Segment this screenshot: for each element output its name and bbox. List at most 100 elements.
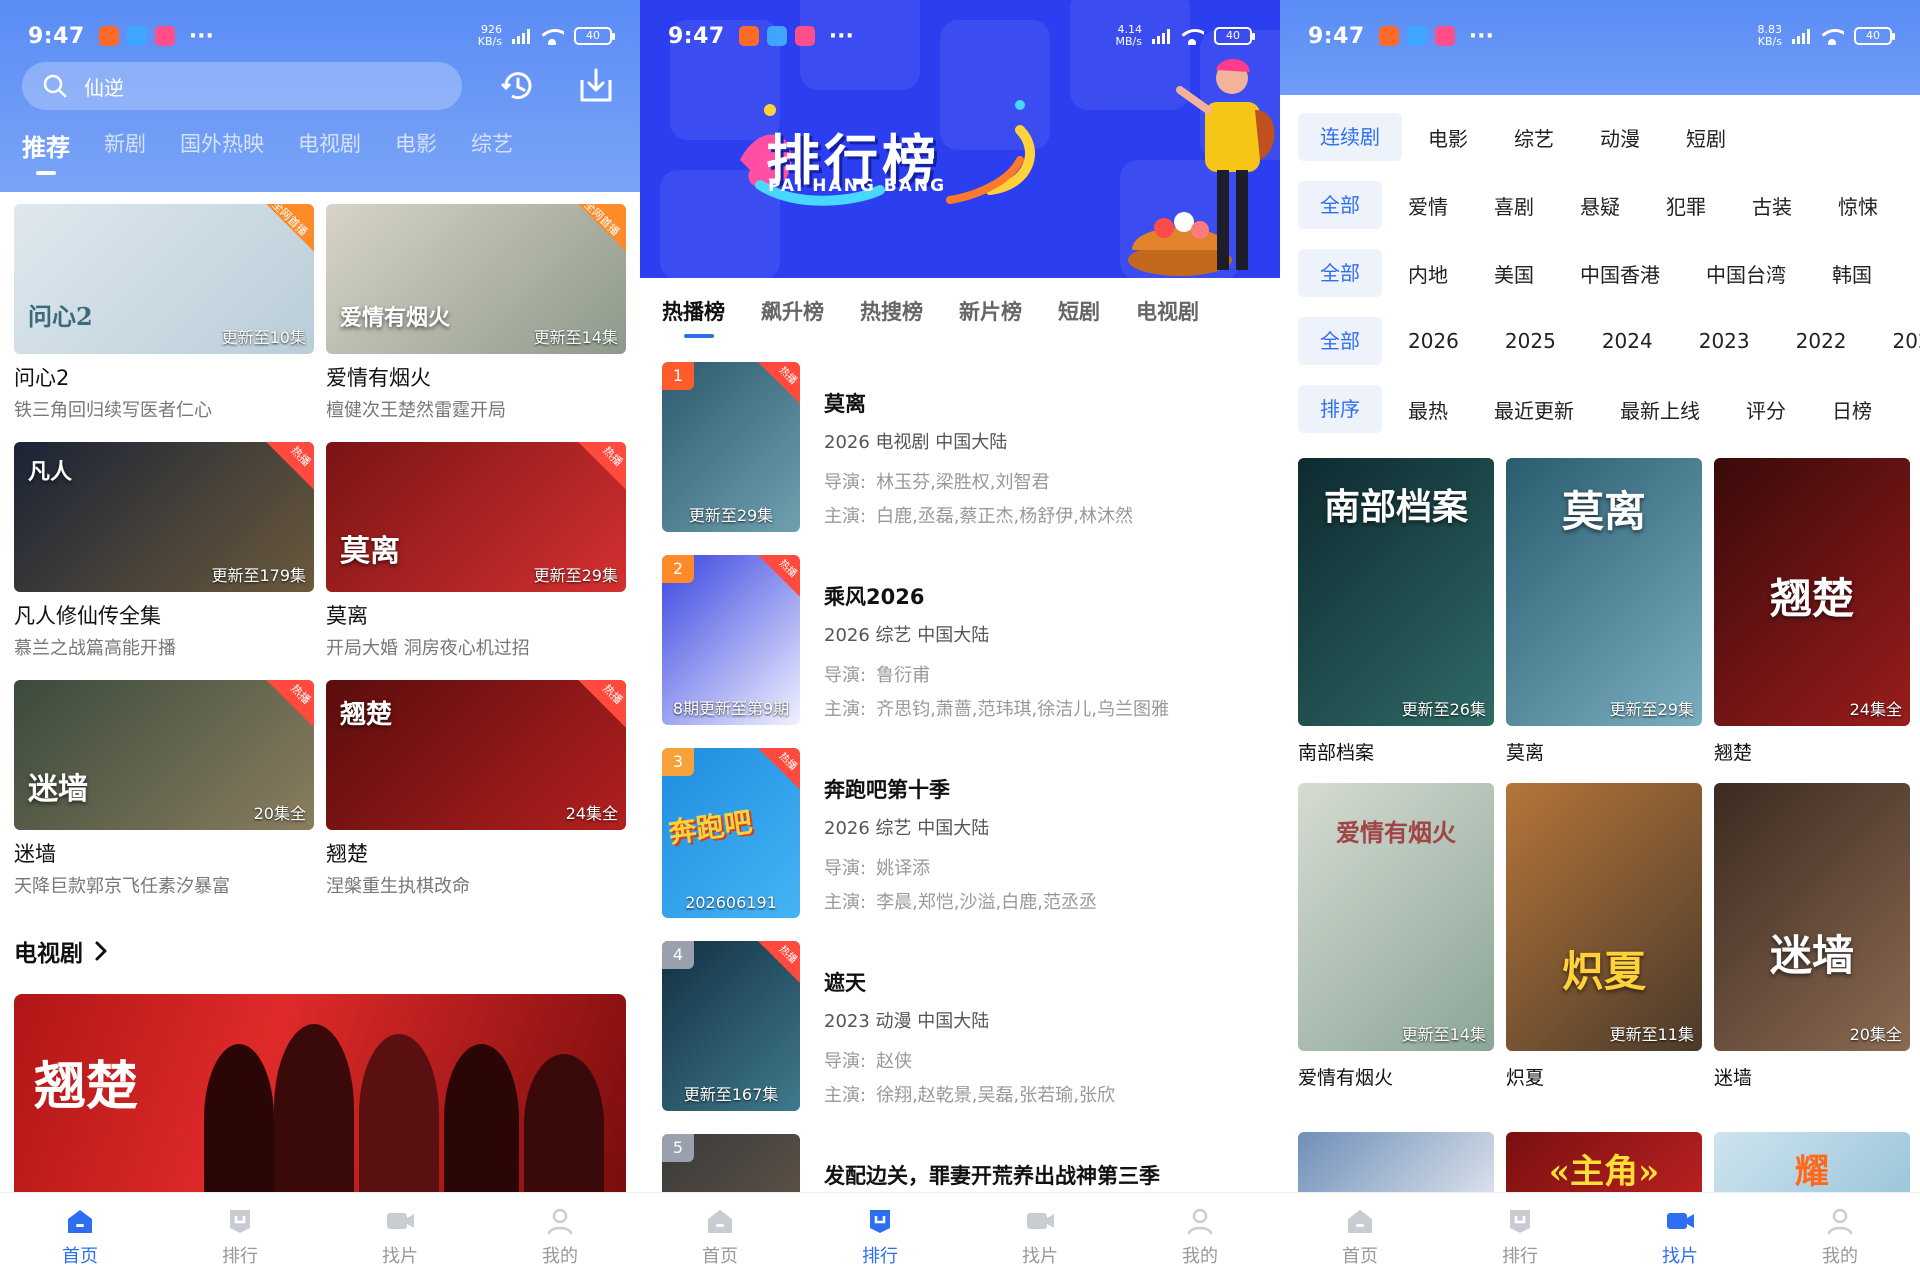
result-card[interactable]: 爱情有烟火 更新至14集 爱情有烟火 — [1298, 783, 1494, 1090]
filter-chip[interactable]: 美国 — [1494, 259, 1534, 288]
result-card[interactable]: 莫离 更新至29集 莫离 — [1506, 458, 1702, 765]
filter-chip[interactable]: 电影 — [1428, 123, 1468, 152]
result-card[interactable]: 迷墙 20集全 迷墙 — [1714, 783, 1910, 1090]
poster-image: 问心2 全网首播 更新至10集 — [14, 204, 314, 354]
tv-series-section-header[interactable]: 电视剧 — [14, 934, 109, 968]
filter-chip[interactable]: 中国香港 — [1580, 259, 1660, 288]
filter-chip[interactable]: 2025 — [1505, 329, 1556, 353]
nav-ranking[interactable]: 排行 — [800, 1193, 960, 1280]
signal-icon — [1152, 28, 1170, 44]
filter-chip[interactable]: 动漫 — [1600, 123, 1640, 152]
card-title: 翘楚 — [1714, 742, 1753, 764]
poster-image[interactable]: «主角» — [1506, 1132, 1702, 1192]
download-icon[interactable] — [576, 66, 616, 106]
poster-title: 耀 — [1795, 1152, 1829, 1192]
filter-chip[interactable]: 内地 — [1408, 259, 1448, 288]
nav-ranking[interactable]: 排行 — [160, 1193, 320, 1280]
filter-chip[interactable]: 古装 — [1752, 191, 1792, 220]
nav-find[interactable]: 找片 — [320, 1193, 480, 1280]
poster-image[interactable] — [1298, 1132, 1494, 1192]
tab-recommended[interactable]: 推荐 — [22, 128, 70, 175]
filter-chip[interactable]: 2026 — [1408, 329, 1459, 353]
filter-chip[interactable]: 惊悚 — [1838, 191, 1878, 220]
poster-image[interactable]: 耀 — [1714, 1132, 1910, 1192]
nav-home[interactable]: 首页 — [0, 1193, 160, 1280]
filter-chip[interactable]: 最新上线 — [1620, 395, 1700, 424]
ranking-item[interactable]: 2 热播 8期更新至第9期 乘风2026 2026 综艺 中国大陆 导演: 鲁衍甫… — [662, 555, 1262, 748]
filter-chip-selected[interactable]: 全部 — [1298, 317, 1382, 365]
filter-chip-selected[interactable]: 全部 — [1298, 181, 1382, 229]
filter-row-genre: 全部 爱情 喜剧 悬疑 犯罪 古装 惊悚 — [1298, 180, 1920, 230]
filter-chip[interactable]: 2024 — [1602, 329, 1653, 353]
banner-figure — [359, 1034, 439, 1194]
tab-tv-series[interactable]: 电视剧 — [298, 128, 361, 163]
video-card[interactable]: 迷墙 热播 20集全 迷墙 天降巨款郭京飞任素汐暴富 — [14, 680, 314, 898]
home-category-tabs: 推荐 新剧 国外热映 电视剧 电影 综艺 — [0, 128, 547, 175]
tab-hot[interactable]: 热播榜 — [662, 296, 725, 338]
banner-figure — [444, 1044, 519, 1194]
nav-profile[interactable]: 我的 — [1760, 1193, 1920, 1280]
filter-chip[interactable]: 悬疑 — [1580, 191, 1620, 220]
nav-label: 找片 — [1022, 1245, 1058, 1267]
nav-find[interactable]: 找片 — [1600, 1193, 1760, 1280]
filter-chip[interactable]: 评分 — [1746, 395, 1786, 424]
tab-new-release[interactable]: 新片榜 — [959, 296, 1022, 326]
filter-chip[interactable]: 2022 — [1796, 329, 1847, 353]
tab-tv-series[interactable]: 电视剧 — [1136, 296, 1199, 326]
video-card[interactable]: 翘楚 热播 24集全 翘楚 涅槃重生执棋改命 — [326, 680, 626, 898]
tab-overseas[interactable]: 国外热映 — [180, 128, 264, 163]
ranking-item[interactable]: 4 热播 更新至167集 遮天 2023 动漫 中国大陆 导演: 赵侠 主演: 徐翔… — [662, 941, 1262, 1134]
card-title: 炽夏 — [1506, 1067, 1545, 1089]
video-card[interactable]: 莫离 热播 更新至29集 莫离 开局大婚 洞房夜心机过招 — [326, 442, 626, 660]
tab-rising[interactable]: 飙升榜 — [761, 296, 824, 326]
tab-short-drama[interactable]: 短剧 — [1058, 296, 1100, 326]
result-card[interactable]: 炽夏 更新至11集 炽夏 — [1506, 783, 1702, 1090]
filter-chip[interactable]: 中国台湾 — [1706, 259, 1786, 288]
filter-chip[interactable]: 2023 — [1699, 329, 1750, 353]
nav-find[interactable]: 找片 — [960, 1193, 1120, 1280]
filter-chip-selected[interactable]: 全部 — [1298, 249, 1382, 297]
result-card[interactable]: 翘楚 24集全 翘楚 — [1714, 458, 1910, 765]
ranking-item[interactable]: 1 热播 更新至29集 莫离 2026 电视剧 中国大陆 导演: 林玉芬,梁胜权,… — [662, 362, 1262, 555]
nav-ranking[interactable]: 排行 — [1440, 1193, 1600, 1280]
filter-chip[interactable]: 短剧 — [1686, 123, 1726, 152]
filter-chip[interactable]: 日榜 — [1832, 395, 1872, 424]
filter-chip[interactable]: 韩国 — [1832, 259, 1872, 288]
filter-chip-selected[interactable]: 排序 — [1298, 385, 1382, 433]
filter-chip[interactable]: 犯罪 — [1666, 191, 1706, 220]
poster-title: 凡人 — [28, 459, 73, 485]
tab-variety[interactable]: 综艺 — [471, 128, 513, 163]
item-cast: 主演: 齐思钧,萧蔷,范玮琪,徐洁儿,乌兰图雅 — [824, 699, 1169, 720]
featured-banner[interactable]: 翘楚 — [14, 994, 626, 1194]
filter-chip[interactable]: 综艺 — [1514, 123, 1554, 152]
tab-trending-search[interactable]: 热搜榜 — [860, 296, 923, 326]
nav-label: 我的 — [542, 1245, 578, 1267]
filter-chip[interactable]: 喜剧 — [1494, 191, 1534, 220]
nav-home[interactable]: 首页 — [1280, 1193, 1440, 1280]
tab-movies[interactable]: 电影 — [395, 128, 437, 163]
filter-chip[interactable]: 最热 — [1408, 395, 1448, 424]
hot-badge: 热播 — [578, 680, 626, 728]
poster-image: 南部档案 更新至26集 — [1298, 458, 1494, 726]
hot-badge: 热播 — [758, 941, 800, 983]
filter-chip[interactable]: 最近更新 — [1494, 395, 1574, 424]
episode-count: 更新至14集 — [1401, 1025, 1486, 1044]
nav-profile[interactable]: 我的 — [480, 1193, 640, 1280]
video-card[interactable]: 凡人 热播 更新至179集 凡人修仙传全集 慕兰之战篇高能开播 — [14, 442, 314, 660]
episode-count: 更新至29集 — [688, 506, 774, 525]
filter-chip[interactable]: 2021 — [1893, 329, 1920, 353]
nav-profile[interactable]: 我的 — [1120, 1193, 1280, 1280]
history-icon[interactable] — [498, 66, 538, 106]
tab-new-series[interactable]: 新剧 — [104, 128, 146, 163]
video-card[interactable]: 爱情有烟火 全网首播 更新至14集 爱情有烟火 檀健次王楚然雷霆开局 — [326, 204, 626, 422]
nav-home[interactable]: 首页 — [640, 1193, 800, 1280]
filter-chip-selected[interactable]: 连续剧 — [1298, 113, 1402, 161]
filter-chip[interactable]: 爱情 — [1408, 191, 1448, 220]
poster-image: 莫离 热播 更新至29集 — [326, 442, 626, 592]
rank-number: 1 — [662, 362, 694, 390]
ranking-item[interactable]: 3 热播 奔跑吧 202606191 奔跑吧第十季 2026 综艺 中国大陆 导… — [662, 748, 1262, 941]
result-card[interactable]: 南部档案 更新至26集 南部档案 — [1298, 458, 1494, 765]
item-director: 导演: 鲁衍甫 — [824, 665, 931, 686]
hot-badge: 热播 — [758, 748, 800, 790]
video-card[interactable]: 问心2 全网首播 更新至10集 问心2 铁三角回归续写医者仁心 — [14, 204, 314, 422]
